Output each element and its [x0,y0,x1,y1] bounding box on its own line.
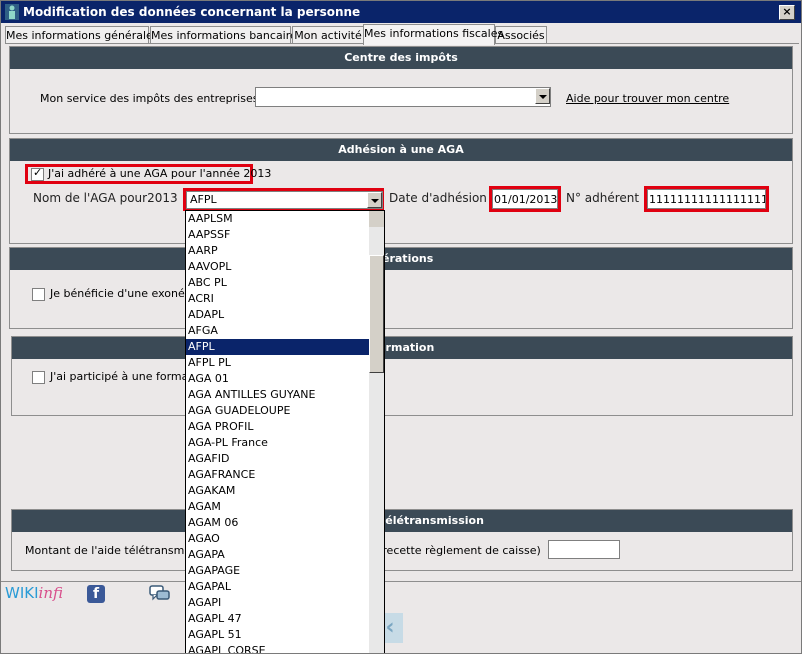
dropdown-option[interactable]: AGAPL 47 [186,611,369,627]
aga-header: Adhésion à une AGA [10,139,792,161]
exoneration-checkbox[interactable] [32,288,45,301]
dialog-window: Modification des données concernant la p… [0,0,802,654]
dropdown-option[interactable]: AAVOPL [186,259,369,275]
dropdown-option[interactable]: AGAPAGE [186,563,369,579]
date-adhesion-label: Date d'adhésion [389,191,487,205]
scrollbar-thumb[interactable] [369,255,384,373]
aga-name-label: Nom de l'AGA pour2013 [33,191,178,205]
wiki-logo-suffix: infi [38,584,63,602]
dropdown-option[interactable]: AGAPA [186,547,369,563]
dropdown-option[interactable]: AARP [186,243,369,259]
formation-header-text: ormation [378,341,435,354]
formation-header: ormation [12,337,792,359]
aga-dropdown-list[interactable]: AAPLSM AAPSSF AARP AAVOPL ABC PL ACRI ADAPL AFG… [185,210,385,653]
tax-service-select[interactable] [255,87,551,107]
aga-checkbox[interactable] [31,166,44,181]
exoneration-section: érations Je bénéficie d'une exonération [9,247,793,329]
teletransmission-label-suffix: e recette règlement de caisse) [372,544,541,557]
teletransmission-header-text: télétransmission [380,514,484,527]
dropdown-option[interactable]: AGAFRANCE [186,467,369,483]
dropdown-option[interactable]: AAPSSF [186,227,369,243]
chevron-down-icon[interactable] [367,192,382,208]
dropdown-option[interactable]: AGA ANTILLES GUYANE [186,387,369,403]
dropdown-option[interactable]: AFPL PL [186,355,369,371]
dropdown-option[interactable]: AGAPI [186,595,369,611]
teletransmission-header: télétransmission [12,510,792,532]
find-centre-link[interactable]: Aide pour trouver mon centre [566,92,729,105]
dropdown-option[interactable]: AGAPAL [186,579,369,595]
scroll-up-button[interactable] [369,211,384,227]
wiki-logo[interactable]: WIKIinfi [5,584,63,602]
dropdown-option[interactable]: AGA 01 [186,371,369,387]
dropdown-option[interactable]: AFGA [186,323,369,339]
fiscal-panel: Centre des impôts Mon service des impôts… [5,43,799,584]
member-number-label: N° adhérent [566,191,640,205]
tax-service-label: Mon service des impôts des entreprises : [40,92,266,105]
dropdown-option[interactable]: AGAM [186,499,369,515]
tax-centre-section: Centre des impôts Mon service des impôts… [9,46,793,134]
dropdown-option[interactable]: AFPL [186,339,369,355]
chat-icon[interactable] [149,585,171,603]
dropdown-option[interactable]: AGAFID [186,451,369,467]
close-button[interactable]: × [779,5,795,20]
dropdown-option[interactable]: AGA PROFIL [186,419,369,435]
date-adhesion-input[interactable]: 01/01/2013 [492,189,558,209]
tab-banking[interactable]: Mes informations bancaires [150,26,303,44]
formation-checkbox[interactable] [32,371,45,384]
dropdown-option[interactable]: AGAM 06 [186,515,369,531]
window-title: Modification des données concernant la p… [23,5,361,19]
member-number-input[interactable]: 1111111111111111111 [647,189,766,209]
tab-general[interactable]: Mes informations générales [5,26,159,44]
exoneration-header-text: érations [382,252,434,265]
tax-centre-header: Centre des impôts [10,47,792,69]
dropdown-scrollbar[interactable] [369,211,384,653]
facebook-icon[interactable]: f [87,585,105,603]
wiki-logo-text: WIKI [5,584,39,602]
dropdown-option[interactable]: AGA-PL France [186,435,369,451]
aga-name-value: AFPL [190,193,217,206]
dropdown-option[interactable]: ADAPL [186,307,369,323]
dropdown-option[interactable]: AGAPL 51 [186,627,369,643]
dropdown-option[interactable]: AGAO [186,531,369,547]
dropdown-option[interactable]: AGAPL CORSE [186,643,369,653]
tab-activity[interactable]: Mon activité [292,26,364,44]
dropdown-option[interactable]: ABC PL [186,275,369,291]
tab-fiscal[interactable]: Mes informations fiscales [363,24,503,45]
title-bar: Modification des données concernant la p… [1,1,801,23]
teletransmission-amount-input[interactable] [548,540,620,559]
dropdown-option[interactable]: AGAKAM [186,483,369,499]
chevron-down-icon[interactable] [535,88,550,104]
aga-checkbox-label: J'ai adhéré à une AGA pour l'année 2013 [48,167,272,180]
exoneration-header: érations [10,248,792,270]
teletransmission-section: télétransmission Montant de l'aide télét… [11,509,793,571]
dropdown-option[interactable]: ACRI [186,291,369,307]
dropdown-option[interactable]: AGA GUADELOUPE [186,403,369,419]
person-icon [5,4,19,20]
dropdown-option[interactable]: AAPLSM [186,211,369,227]
aga-name-select[interactable]: AFPL [186,191,383,209]
formation-section: ormation J'ai participé à une formation [11,336,793,416]
